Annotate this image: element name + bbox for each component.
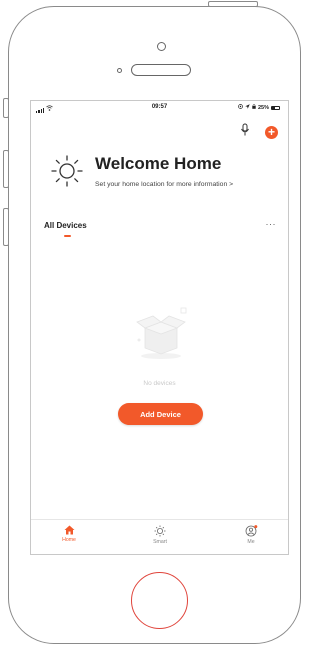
more-icon[interactable]: ···: [266, 220, 277, 229]
page-title: Welcome Home: [95, 154, 222, 173]
earpiece-speaker: [131, 64, 191, 76]
app-screen: 09:57 25% + Welcome Home Set your home l…: [30, 100, 289, 555]
profile-icon: [245, 525, 257, 537]
front-camera: [157, 42, 166, 51]
navigation-arrow-icon: [245, 104, 250, 111]
location-icon: [238, 104, 243, 111]
proximity-sensor: [117, 68, 122, 73]
tab-smart-label: Smart: [153, 539, 167, 545]
status-bar: 09:57 25%: [31, 101, 288, 115]
home-icon: [64, 525, 74, 535]
add-icon[interactable]: +: [265, 126, 278, 139]
lock-icon: [252, 104, 256, 111]
battery-icon: [271, 105, 280, 110]
empty-state-text: No devices: [143, 380, 176, 387]
tab-me-label: Me: [247, 539, 255, 545]
tab-smart[interactable]: Smart: [135, 525, 185, 545]
tab-home-label: Home: [62, 537, 76, 543]
tab-all-devices[interactable]: All Devices: [44, 221, 87, 230]
battery-percent: 25%: [257, 104, 269, 111]
empty-box-icon: [136, 307, 187, 359]
tab-home[interactable]: Home: [44, 525, 94, 543]
sun-icon: [51, 155, 83, 187]
add-device-button[interactable]: Add Device: [118, 403, 203, 425]
phone-home-button[interactable]: [131, 572, 188, 629]
set-location-link[interactable]: Set your home location for more informat…: [95, 181, 233, 188]
tab-me[interactable]: Me: [226, 525, 276, 545]
microphone-icon[interactable]: [239, 123, 251, 142]
active-tab-indicator: [64, 235, 71, 237]
sun-icon: [154, 525, 166, 537]
bottom-tab-bar: Home Smart Me: [31, 519, 288, 554]
